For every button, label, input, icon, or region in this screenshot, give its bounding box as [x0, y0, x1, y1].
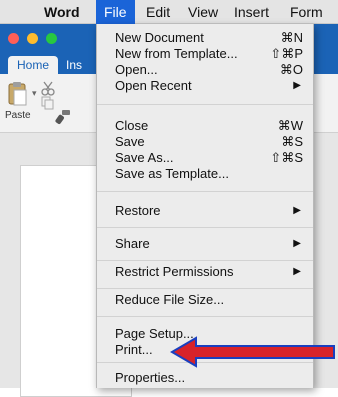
- menu-item-close[interactable]: Close ⌘W: [97, 118, 313, 134]
- menu-item-new-document[interactable]: New Document ⌘N: [97, 30, 313, 46]
- tab-home[interactable]: Home: [8, 56, 58, 74]
- menu-word[interactable]: Word: [44, 0, 80, 24]
- menu-separator: [97, 260, 313, 261]
- minimize-window-button[interactable]: [27, 33, 38, 44]
- menu-separator: [97, 227, 313, 228]
- menu-item-open[interactable]: Open... ⌘O: [97, 62, 313, 78]
- menu-item-save[interactable]: Save ⌘S: [97, 134, 313, 150]
- paste-label: Paste: [5, 110, 31, 121]
- submenu-arrow-icon: ▶: [293, 80, 301, 91]
- paste-icon[interactable]: [6, 80, 30, 108]
- cut-icon[interactable]: [40, 80, 56, 96]
- menu-format[interactable]: Form: [290, 0, 323, 24]
- menu-item-open-recent[interactable]: Open Recent ▶: [97, 78, 313, 94]
- menu-item-save-as[interactable]: Save As... ⇧⌘S: [97, 150, 313, 166]
- menu-item-restrict-permissions[interactable]: Restrict Permissions ▶: [97, 264, 313, 280]
- menu-separator: [97, 316, 313, 317]
- zoom-window-button[interactable]: [46, 33, 57, 44]
- menu-item-properties[interactable]: Properties...: [97, 370, 313, 386]
- menu-item-save-as-template[interactable]: Save as Template...: [97, 166, 313, 182]
- menu-separator: [97, 191, 313, 192]
- submenu-arrow-icon: ▶: [293, 266, 301, 277]
- menu-view[interactable]: View: [188, 0, 218, 24]
- submenu-arrow-icon: ▶: [293, 205, 301, 216]
- menu-edit[interactable]: Edit: [146, 0, 170, 24]
- tab-insert[interactable]: Ins: [66, 56, 82, 74]
- menu-bar: Word File Edit View Insert Form: [0, 0, 338, 24]
- menu-insert[interactable]: Insert: [234, 0, 269, 24]
- menu-separator: [97, 288, 313, 289]
- file-menu: New Document ⌘N New from Template... ⇧⌘P…: [96, 24, 314, 388]
- menu-item-reduce-file-size[interactable]: Reduce File Size...: [97, 292, 313, 308]
- paste-dropdown-icon[interactable]: ▾: [32, 88, 37, 99]
- menu-item-restore[interactable]: Restore ▶: [97, 203, 313, 219]
- menu-item-new-from-template[interactable]: New from Template... ⇧⌘P: [97, 46, 313, 62]
- format-painter-icon[interactable]: [54, 108, 72, 126]
- close-window-button[interactable]: [8, 33, 19, 44]
- submenu-arrow-icon: ▶: [293, 238, 301, 249]
- menu-file[interactable]: File: [96, 0, 135, 24]
- annotation-arrow: [170, 336, 335, 368]
- menu-separator: [97, 104, 313, 105]
- menu-item-share[interactable]: Share ▶: [97, 236, 313, 252]
